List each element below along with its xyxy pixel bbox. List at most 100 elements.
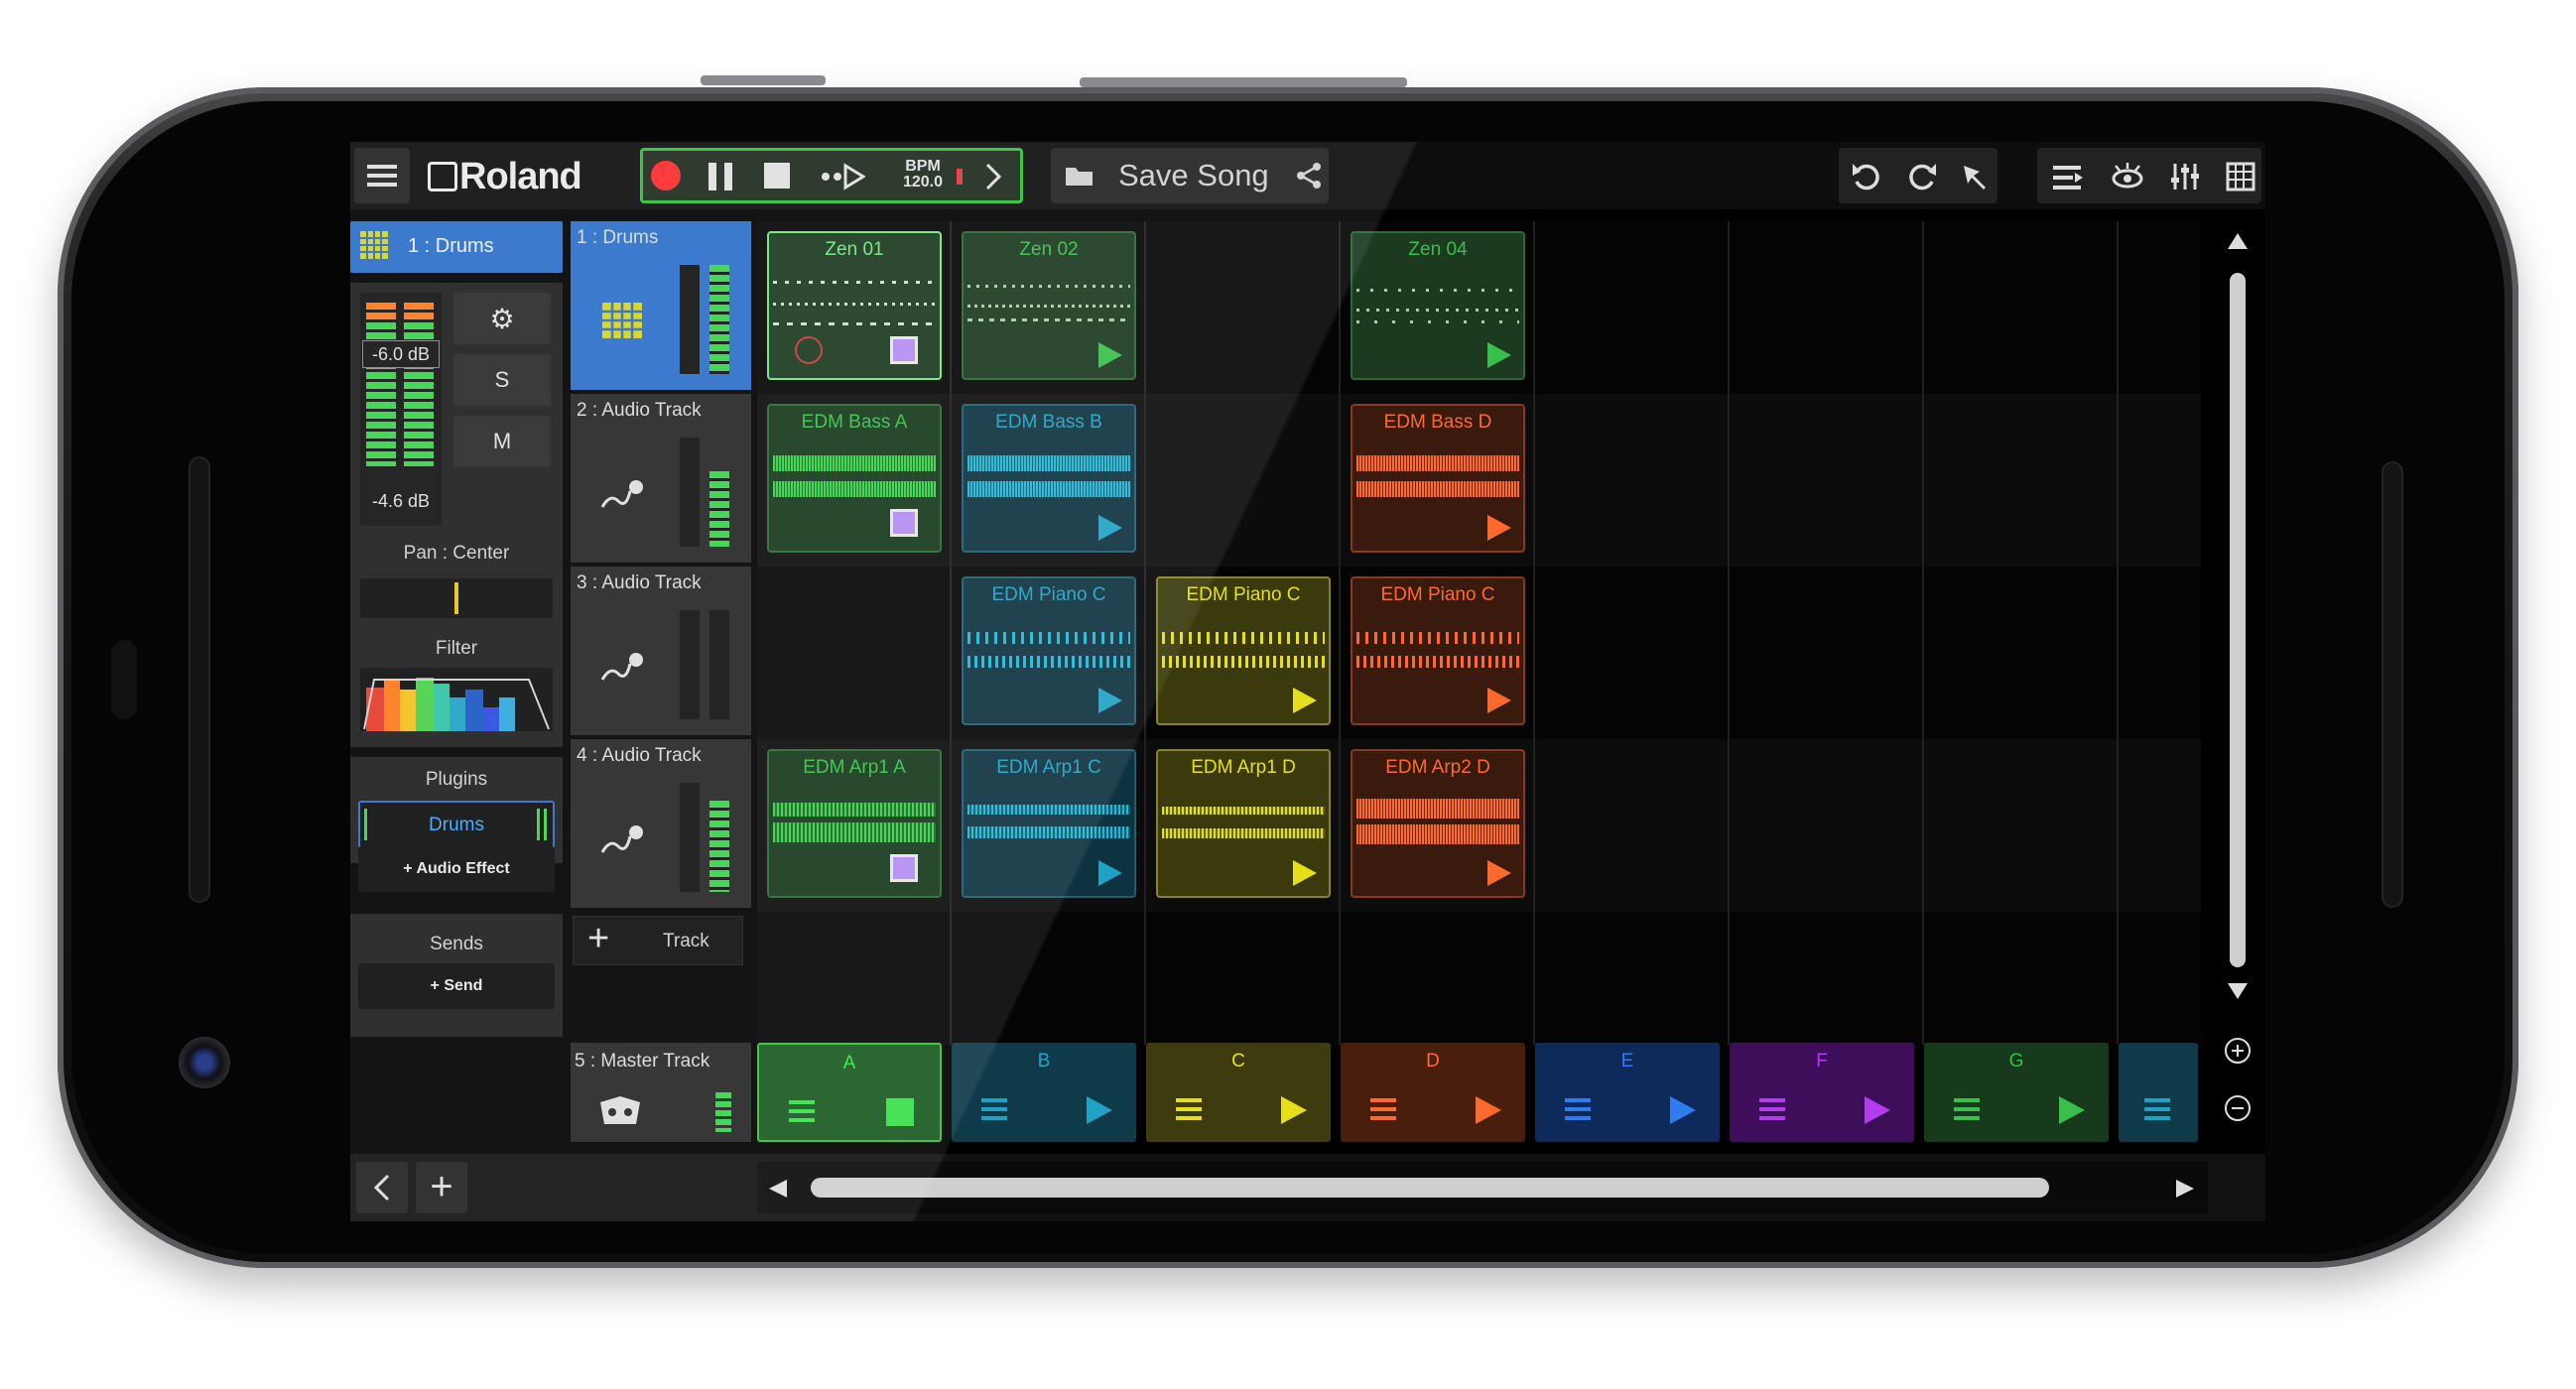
pattern-edit-icon[interactable] xyxy=(890,854,918,882)
selected-track-header[interactable]: 1 : Drums xyxy=(350,221,563,273)
track-settings-button[interactable]: ⚙ xyxy=(453,293,551,344)
solo-button[interactable]: S xyxy=(453,354,551,406)
horizontal-scrollbar[interactable] xyxy=(757,1162,2208,1213)
scroll-down-icon[interactable] xyxy=(2226,981,2250,1001)
arrange-icon[interactable] xyxy=(2053,164,2083,191)
clip-play-icon[interactable] xyxy=(1098,342,1122,368)
scene-play-icon[interactable] xyxy=(1476,1096,1501,1124)
scene-menu-icon[interactable] xyxy=(1759,1098,1785,1120)
clip-edm-bass-a[interactable]: EDM Bass A xyxy=(767,404,942,553)
play-from-icon[interactable] xyxy=(820,163,865,190)
scroll-thumb[interactable] xyxy=(2230,273,2246,967)
clip-zen-02[interactable]: Zen 02 xyxy=(962,231,1136,380)
clip-play-icon[interactable] xyxy=(1487,515,1511,541)
scene-b[interactable]: B xyxy=(952,1043,1136,1142)
track-header-1[interactable]: 1 : Drums xyxy=(571,221,751,390)
add-send-button[interactable]: + Send xyxy=(358,963,555,1009)
record-button[interactable] xyxy=(651,161,681,190)
clip-play-icon[interactable] xyxy=(1487,342,1511,368)
clip-play-icon[interactable] xyxy=(1293,688,1317,713)
master-track-header[interactable]: 5 : Master Track xyxy=(571,1043,751,1142)
track-volume-fader[interactable] xyxy=(680,610,700,719)
pattern-edit-icon[interactable] xyxy=(890,336,918,364)
scene-stop-icon[interactable] xyxy=(886,1098,914,1126)
scene-c[interactable]: C xyxy=(1146,1043,1331,1142)
grid-view-icon[interactable] xyxy=(2226,162,2255,191)
pattern-edit-icon[interactable] xyxy=(890,509,918,537)
zoom-out-icon[interactable] xyxy=(2224,1094,2252,1122)
scene-menu-icon[interactable] xyxy=(1370,1098,1396,1120)
scene-menu-icon[interactable] xyxy=(1954,1098,1980,1120)
scroll-left-icon[interactable] xyxy=(767,1178,789,1200)
clip-play-icon[interactable] xyxy=(1487,860,1511,886)
add-track-button[interactable]: + Track xyxy=(573,916,743,965)
scroll-thumb[interactable] xyxy=(811,1178,2049,1198)
scene-menu-icon[interactable] xyxy=(1176,1098,1202,1120)
track-header-3[interactable]: 3 : Audio Track xyxy=(571,567,751,735)
scene-g[interactable]: G xyxy=(1924,1043,2109,1142)
vertical-scrollbar[interactable] xyxy=(2218,221,2257,1144)
undo-icon[interactable] xyxy=(1851,162,1882,191)
clip-edm-arp1-d[interactable]: EDM Arp1 D xyxy=(1156,749,1331,898)
clip-play-icon[interactable] xyxy=(1487,688,1511,713)
clip-edm-bass-b[interactable]: EDM Bass B xyxy=(962,404,1136,553)
track-header-2[interactable]: 2 : Audio Track xyxy=(571,394,751,563)
mute-button[interactable]: M xyxy=(453,416,551,467)
song-control[interactable]: Save Song xyxy=(1051,148,1329,203)
clip-edm-bass-d[interactable]: EDM Bass D xyxy=(1351,404,1525,553)
scene-menu-icon[interactable] xyxy=(1565,1098,1591,1120)
scene-e[interactable]: E xyxy=(1535,1043,1720,1142)
add-scene-button[interactable]: + xyxy=(416,1162,467,1213)
track-volume-fader[interactable] xyxy=(680,438,700,547)
pause-button[interactable] xyxy=(708,163,732,190)
track-volume-fader[interactable] xyxy=(680,265,700,374)
scroll-up-icon[interactable] xyxy=(2226,231,2250,251)
scene-h-partial[interactable] xyxy=(2119,1043,2198,1142)
clip-edm-arp1-c[interactable]: EDM Arp1 C xyxy=(962,749,1136,898)
redo-icon[interactable] xyxy=(1906,162,1938,191)
scene-f[interactable]: F xyxy=(1730,1043,1914,1142)
clip-play-icon[interactable] xyxy=(1098,515,1122,541)
volume-readout[interactable]: -6.0 dB xyxy=(362,340,440,368)
bpm-display[interactable]: BPM 120.0 xyxy=(893,159,953,190)
clip-play-icon[interactable] xyxy=(1098,860,1122,886)
eye-icon[interactable] xyxy=(2111,162,2144,191)
share-icon[interactable] xyxy=(1295,162,1323,189)
scene-menu-icon[interactable] xyxy=(789,1100,815,1122)
scene-a[interactable]: A xyxy=(757,1043,942,1142)
clip-play-icon[interactable] xyxy=(1098,688,1122,713)
clip-edm-piano-c-1[interactable]: EDM Piano C xyxy=(962,576,1136,725)
clip-zen-04[interactable]: Zen 04 xyxy=(1351,231,1525,380)
track-header-4[interactable]: 4 : Audio Track xyxy=(571,739,751,908)
save-song-label[interactable]: Save Song xyxy=(1118,158,1269,193)
scene-d[interactable]: D xyxy=(1341,1043,1525,1142)
filter-curve-display[interactable] xyxy=(360,668,553,731)
clip-edm-arp2-d[interactable]: EDM Arp2 D xyxy=(1351,749,1525,898)
plugin-slot-drums[interactable]: Drums xyxy=(358,801,555,848)
stop-button[interactable] xyxy=(764,163,790,189)
chevron-right-icon[interactable] xyxy=(984,163,1002,190)
clip-edm-piano-c-3[interactable]: EDM Piano C xyxy=(1351,576,1525,725)
clip-play-icon[interactable] xyxy=(1293,860,1317,886)
clip-edm-arp1-a[interactable]: EDM Arp1 A xyxy=(767,749,942,898)
scene-menu-icon[interactable] xyxy=(2144,1098,2170,1120)
back-button[interactable] xyxy=(356,1162,408,1213)
scene-play-icon[interactable] xyxy=(1670,1096,1696,1124)
scene-play-icon[interactable] xyxy=(2059,1096,2085,1124)
pan-slider[interactable] xyxy=(360,578,553,618)
scene-play-icon[interactable] xyxy=(1087,1096,1112,1124)
clip-edm-piano-c-2[interactable]: EDM Piano C xyxy=(1156,576,1331,725)
add-audio-effect-button[interactable]: + Audio Effect xyxy=(358,846,555,892)
select-arrow-icon[interactable] xyxy=(1960,162,1990,191)
pan-slider-handle[interactable] xyxy=(454,582,458,614)
scene-menu-icon[interactable] xyxy=(981,1098,1007,1120)
record-icon[interactable] xyxy=(795,336,823,364)
scroll-right-icon[interactable] xyxy=(2174,1178,2196,1200)
scene-play-icon[interactable] xyxy=(1281,1096,1307,1124)
scene-play-icon[interactable] xyxy=(1865,1096,1890,1124)
zoom-in-icon[interactable] xyxy=(2224,1037,2252,1065)
menu-button[interactable] xyxy=(354,148,410,203)
mixer-icon[interactable] xyxy=(2170,162,2200,191)
clip-zen-01[interactable]: Zen 01 xyxy=(767,231,942,380)
track-volume-fader[interactable] xyxy=(680,783,700,892)
